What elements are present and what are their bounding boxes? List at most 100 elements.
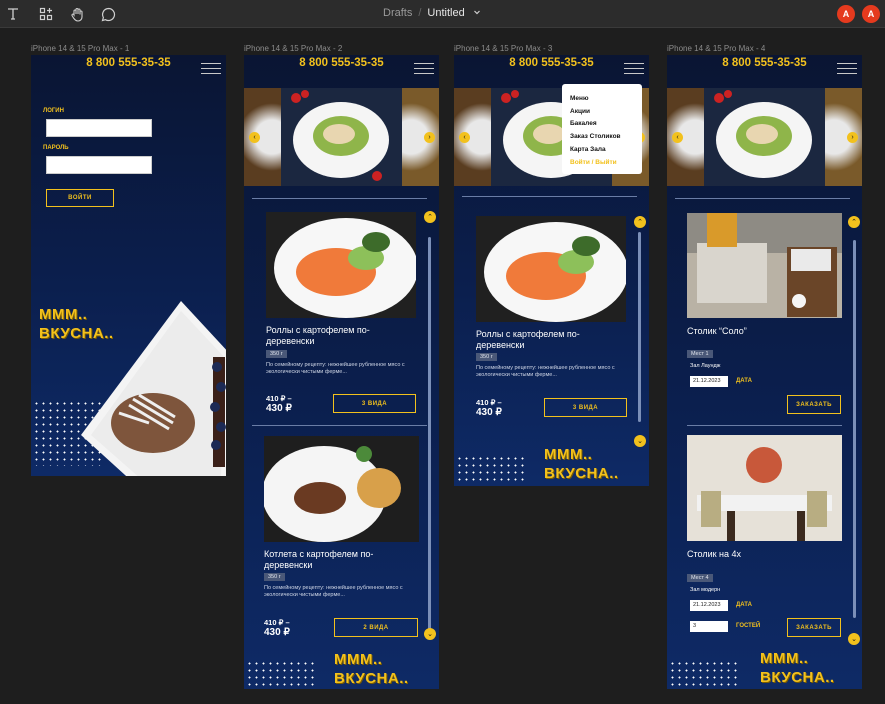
hall-name: Зал модерн	[690, 587, 721, 593]
frame-label[interactable]: iPhone 14 & 15 Pro Max - 4	[667, 44, 765, 53]
variants-button[interactable]: 2 ВИДА	[334, 618, 418, 637]
scroll-down-icon[interactable]: ⌄	[848, 633, 860, 645]
menu-item-menu[interactable]: Меню	[570, 93, 642, 106]
login-button[interactable]: ВОЙТИ	[46, 189, 114, 207]
chevron-down-icon[interactable]	[473, 7, 481, 19]
password-input[interactable]	[46, 156, 152, 174]
frame-label[interactable]: iPhone 14 & 15 Pro Max - 3	[454, 44, 552, 53]
phone-number[interactable]: 8 800 555-35-35	[244, 57, 439, 69]
dessert-plate-image	[81, 301, 226, 476]
dot-pattern	[246, 660, 316, 689]
divider	[675, 198, 850, 199]
dish-title: Котлета с картофелем по-деревенски	[264, 549, 374, 570]
dish-price: 410 ₽ – 430 ₽	[476, 398, 502, 418]
avatar[interactable]: A	[862, 5, 880, 23]
frame-menu[interactable]: 8 800 555-35-35 ‹ › ⌃ Роллы с картофелем…	[244, 55, 439, 689]
weight-badge: 350 г	[476, 353, 497, 361]
menu-item-login-logout[interactable]: Войти / Выйти	[570, 157, 642, 170]
phone-number[interactable]: 8 800 555-35-35	[667, 57, 862, 69]
frame-login[interactable]: 8 800 555-35-35 ЛОГИН ПАРОЛЬ ВОЙТИ МММ..…	[31, 55, 226, 476]
dish-description: По семейному рецепту: нежнейшее рубленно…	[266, 362, 405, 375]
scroll-down-icon[interactable]: ⌄	[634, 435, 646, 447]
book-button[interactable]: ЗАКАЗАТЬ	[787, 395, 841, 414]
slogan-line-1: МММ..	[544, 446, 593, 463]
menu-item-hall-map[interactable]: Карта Зала	[570, 144, 642, 157]
menu-item-promotions[interactable]: Акции	[570, 106, 642, 119]
weight-badge: 350 г	[264, 573, 285, 581]
carousel-prev-arrow-icon[interactable]: ‹	[459, 132, 470, 143]
variants-button[interactable]: 3 ВИДА	[544, 398, 627, 417]
hamburger-menu-icon[interactable]	[624, 63, 644, 75]
dish-description: По семейному рецепту: нежнейшее рубленно…	[264, 585, 403, 598]
hamburger-menu-icon[interactable]	[201, 63, 221, 75]
places-badge: Мест 1	[687, 350, 713, 358]
comment-tool-icon[interactable]	[99, 5, 117, 23]
table-image[interactable]	[687, 213, 842, 318]
slogan-line-1: МММ..	[334, 651, 383, 668]
frame-label[interactable]: iPhone 14 & 15 Pro Max - 1	[31, 44, 129, 53]
hamburger-menu-icon[interactable]	[837, 63, 857, 75]
login-label: ЛОГИН	[43, 108, 64, 114]
price-to: 430 ₽	[476, 407, 502, 418]
dot-pattern	[669, 660, 739, 689]
table-image[interactable]	[687, 435, 842, 541]
hamburger-menu-icon[interactable]	[414, 63, 434, 75]
carousel-prev-arrow-icon[interactable]: ‹	[672, 132, 683, 143]
dish-image[interactable]	[476, 216, 626, 322]
text-tool-icon[interactable]	[4, 5, 22, 23]
scrollbar[interactable]	[638, 232, 641, 422]
dish-description: По семейному рецепту: нежнейшее рубленно…	[476, 365, 615, 378]
dish-title: Роллы с картофелем по-деревенски	[266, 325, 370, 346]
phone-number[interactable]: 8 800 555-35-35	[31, 57, 226, 69]
date-input[interactable]: 21.12.2023	[690, 600, 728, 611]
slogan-line-2: ВКУСНА..	[760, 669, 835, 686]
hero-carousel[interactable]: ‹ ›	[667, 88, 862, 186]
date-label: ДАТА	[736, 602, 752, 608]
carousel-slide-main	[281, 88, 402, 186]
slogan: МММ.. ВКУСНА..	[544, 445, 619, 483]
price-to: 430 ₽	[264, 627, 290, 638]
scroll-up-icon[interactable]: ⌃	[848, 216, 860, 228]
date-input[interactable]: 21.12.2023	[690, 376, 728, 387]
dot-pattern	[456, 455, 526, 483]
divider	[462, 196, 637, 197]
scroll-down-icon[interactable]: ⌄	[424, 628, 436, 640]
breadcrumb-separator: /	[418, 7, 422, 19]
carousel-next-arrow-icon[interactable]: ›	[847, 132, 858, 143]
frame-table-booking[interactable]: 8 800 555-35-35 ‹ › ⌃ Столик “Соло” Мест…	[667, 55, 862, 689]
frame-menu-open[interactable]: 8 800 555-35-35 ‹ › Меню Акции Бакалея З…	[454, 55, 649, 486]
scroll-up-icon[interactable]: ⌃	[634, 216, 646, 228]
divider	[252, 425, 427, 426]
file-name[interactable]: Untitled	[427, 7, 464, 19]
table-title: Столик на 4х	[687, 549, 742, 559]
dish-image[interactable]	[264, 436, 419, 542]
guests-label: ГОСТЕЙ	[736, 623, 761, 629]
slogan-line-1: МММ..	[760, 650, 809, 667]
phone-number[interactable]: 8 800 555-35-35	[454, 57, 649, 69]
components-tool-icon[interactable]	[37, 5, 55, 23]
book-button[interactable]: ЗАКАЗАТЬ	[787, 618, 841, 637]
avatar[interactable]: A	[837, 5, 855, 23]
hand-tool-icon[interactable]	[68, 5, 86, 23]
login-input[interactable]	[46, 119, 152, 137]
menu-item-table-booking[interactable]: Заказ Столиков	[570, 131, 642, 144]
frame-label[interactable]: iPhone 14 & 15 Pro Max - 2	[244, 44, 342, 53]
dish-title: Роллы с картофелем по-деревенски	[476, 329, 580, 350]
carousel-next-arrow-icon[interactable]: ›	[424, 132, 435, 143]
divider	[687, 425, 842, 426]
hero-carousel[interactable]: ‹ ›	[244, 88, 439, 186]
breadcrumb-drafts[interactable]: Drafts	[383, 7, 412, 19]
scroll-up-icon[interactable]: ⌃	[424, 211, 436, 223]
password-label: ПАРОЛЬ	[43, 145, 69, 151]
guests-input[interactable]: 3	[690, 621, 728, 632]
price-to: 430 ₽	[266, 403, 292, 414]
weight-badge: 350 г	[266, 350, 287, 358]
places-badge: Мест 4	[687, 574, 713, 582]
table-title: Столик “Соло”	[687, 326, 747, 336]
carousel-prev-arrow-icon[interactable]: ‹	[249, 132, 260, 143]
menu-item-grocery[interactable]: Бакалея	[570, 118, 642, 131]
dish-image[interactable]	[266, 212, 416, 318]
variants-button[interactable]: 3 ВИДА	[333, 394, 416, 413]
scrollbar[interactable]	[428, 237, 431, 637]
scrollbar[interactable]	[853, 240, 856, 618]
